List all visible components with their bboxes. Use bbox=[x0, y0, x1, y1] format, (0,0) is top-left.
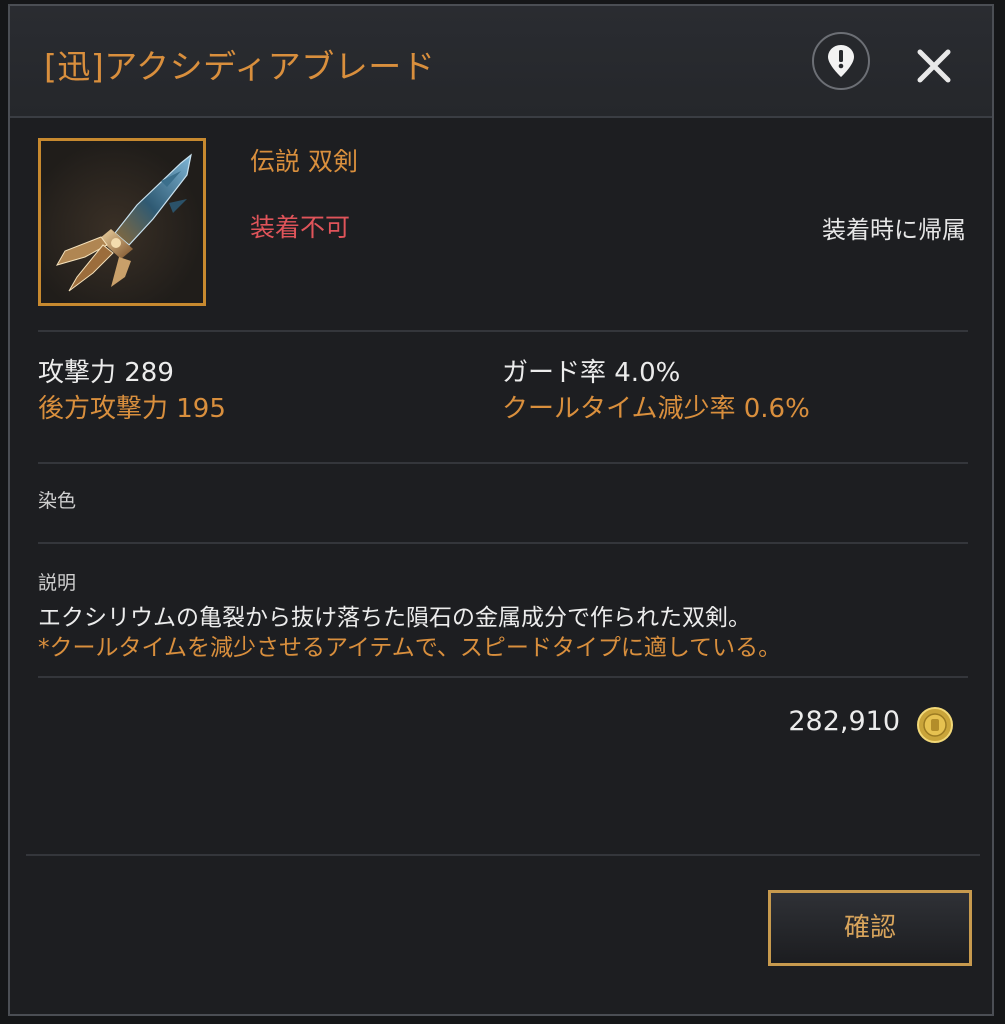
close-icon bbox=[917, 49, 951, 83]
stat-attack: 攻撃力 289 bbox=[38, 358, 174, 388]
item-title: [迅]アクシディアブレード bbox=[44, 47, 436, 86]
dye-label: 染色 bbox=[38, 490, 77, 512]
divider bbox=[38, 542, 968, 544]
equip-status: 装着不可 bbox=[250, 213, 351, 242]
close-button[interactable] bbox=[910, 42, 958, 90]
divider bbox=[38, 676, 968, 678]
description-note: *クールタイムを減少させるアイテムで、スピードタイプに適している。 bbox=[38, 635, 782, 661]
dual-blade-weapon-icon bbox=[55, 153, 192, 292]
item-icon-frame bbox=[38, 138, 206, 306]
item-detail-dialog: [迅]アクシディアブレード 伝説 双剣 装着不可 装着時に帰属 攻撃力 289 … bbox=[8, 4, 994, 1016]
location-pin-alert-icon bbox=[828, 45, 854, 77]
description-label: 説明 bbox=[38, 572, 77, 594]
info-button[interactable] bbox=[812, 32, 870, 90]
binding-status: 装着時に帰属 bbox=[822, 216, 966, 244]
stat-guard-rate: ガード率 4.0% bbox=[502, 358, 681, 388]
dialog-header: [迅]アクシディアブレード bbox=[10, 6, 992, 118]
description-text: エクシリウムの亀裂から抜け落ちた隕石の金属成分で作られた双剣。 bbox=[38, 605, 751, 631]
confirm-button[interactable]: 確認 bbox=[768, 890, 972, 966]
item-rarity-type: 伝説 双剣 bbox=[250, 147, 358, 176]
sell-price: 282,910 bbox=[788, 706, 900, 737]
stat-back-attack: 後方攻撃力 195 bbox=[38, 394, 226, 424]
gold-coin-icon bbox=[916, 706, 954, 744]
divider bbox=[38, 330, 968, 332]
divider bbox=[38, 462, 968, 464]
stat-cooldown-reduction: クールタイム減少率 0.6% bbox=[502, 394, 810, 424]
divider bbox=[26, 854, 980, 856]
